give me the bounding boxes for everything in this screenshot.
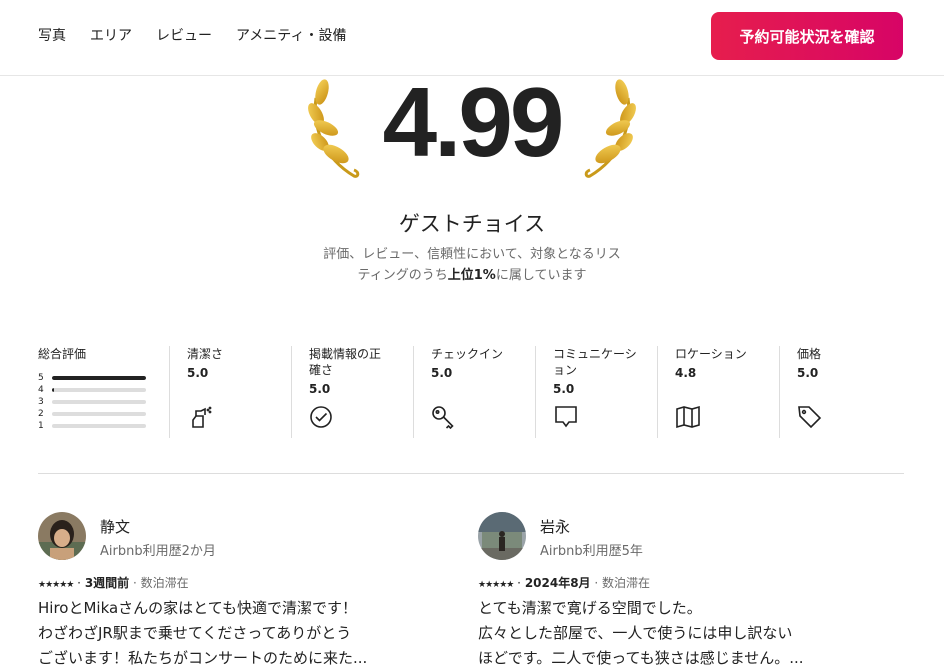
rating-bar-row: 3 <box>38 396 169 408</box>
category-accuracy: 掲載情報の正確さ 5.0 <box>292 346 414 438</box>
section-divider <box>38 473 904 474</box>
category-checkin: チェックイン 5.0 <box>414 346 536 438</box>
rating-categories: 総合評価 5 4 3 2 1 清潔さ 5.0 掲載情報の正確さ 5.0 チェックイン 5… <box>38 346 904 438</box>
rating-bar-star-label: 5 <box>38 373 44 383</box>
top-nav: 写真 エリア レビュー アメニティ・設備 予約可能状況を確認 <box>0 0 944 76</box>
avatar[interactable] <box>478 512 526 560</box>
guest-choice-description: 評価、レビュー、信頼性において、対象となるリスティングのうち上位1%に属していま… <box>323 247 621 283</box>
reviewer-name[interactable]: 静文 <box>100 516 130 537</box>
rating-bar-track <box>52 376 146 380</box>
review-text: とても清潔で寛げる空間でした。 広々とした部屋で、一人で使うには申し訳ない ほど… <box>478 599 804 667</box>
chat-bubble-icon <box>555 406 577 428</box>
category-communication: コミュニケーション 5.0 <box>536 346 658 438</box>
rating-bar-fill <box>52 388 54 392</box>
reviewer-name[interactable]: 岩永 <box>540 516 570 537</box>
rating-bar-track <box>52 424 146 428</box>
laurel-left-icon <box>308 79 360 178</box>
review-stars: ★★★★★ <box>478 580 514 590</box>
rating-bar-star-label: 2 <box>38 409 44 419</box>
rating-bar-star-label: 4 <box>38 385 44 395</box>
rating-bar-track <box>52 388 146 392</box>
rating-bar-row: 2 <box>38 408 169 420</box>
rating-bar-star-label: 3 <box>38 397 44 407</box>
rating-bar-row: 1 <box>38 420 169 432</box>
nav-link-area[interactable]: エリア <box>90 26 132 46</box>
reviewer-tenure: Airbnb利用歴5年 <box>540 544 643 559</box>
nav-link-reviews[interactable]: レビュー <box>156 26 212 46</box>
rating-bar-track <box>52 400 146 404</box>
laurel-right-icon <box>584 79 636 178</box>
review-stars: ★★★★★ <box>38 580 74 590</box>
review-date: 2024年8月 <box>524 576 591 590</box>
category-location: ロケーション 4.8 <box>658 346 780 438</box>
review-meta: ★★★★★ · 2024年8月 · 数泊滞在 <box>478 576 651 590</box>
rating-bar-track <box>52 412 146 416</box>
rating-bar-star-label: 1 <box>38 421 44 431</box>
review-meta: ★★★★★ · 3週間前 · 数泊滞在 <box>38 576 189 590</box>
map-icon <box>676 405 700 429</box>
rating-bar-fill <box>52 376 146 380</box>
overall-rating-value: 4.99 <box>382 67 565 177</box>
nav-link-photos[interactable]: 写真 <box>38 26 66 46</box>
guest-choice-title: ゲストチョイス <box>398 212 546 236</box>
spray-bottle-icon <box>192 406 212 428</box>
review-stay-type: 数泊滞在 <box>140 576 189 590</box>
category-value: 価格 5.0 <box>780 346 902 438</box>
overall-rating-label: 総合評価 <box>38 347 87 361</box>
check-circle-icon <box>310 406 332 428</box>
nav-link-amenities[interactable]: アメニティ・設備 <box>236 26 346 46</box>
section-nav: 写真 エリア レビュー アメニティ・設備 <box>38 26 370 46</box>
review-date: 3週間前 <box>84 576 130 590</box>
category-cleanliness: 清潔さ 5.0 <box>170 346 292 438</box>
overall-rating-distribution: 総合評価 5 4 3 2 1 <box>38 346 170 438</box>
reviewer-tenure: Airbnb利用歴2か月 <box>100 544 216 559</box>
check-availability-button[interactable]: 予約可能状況を確認 <box>711 12 903 60</box>
review-text: HiroとMikaさんの家はとても快適で清潔です！ わざわざJR駅まで乗せてくだ… <box>38 599 368 667</box>
key-icon <box>432 406 454 430</box>
review-stay-type: 数泊滞在 <box>602 576 651 590</box>
rating-bar-row: 4 <box>38 384 169 396</box>
avatar[interactable] <box>38 512 86 560</box>
price-tag-icon <box>798 406 822 429</box>
rating-bar-row: 5 <box>38 372 169 384</box>
